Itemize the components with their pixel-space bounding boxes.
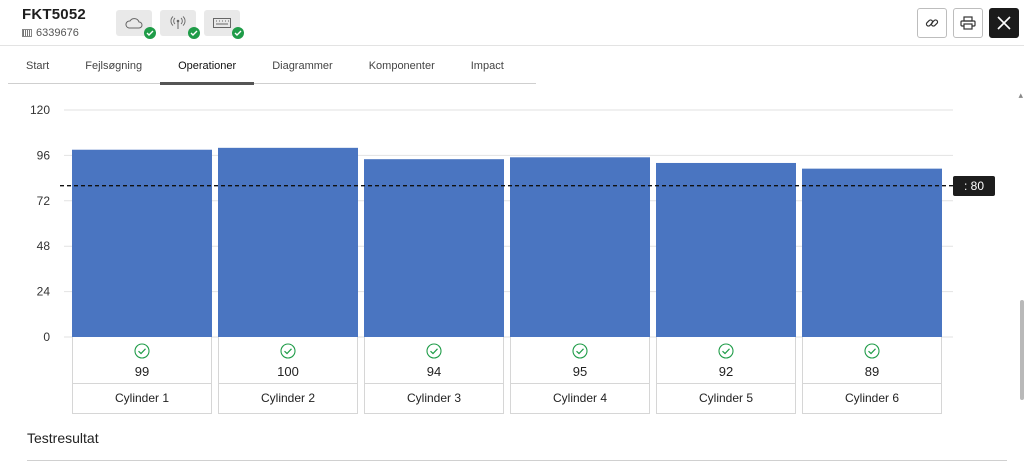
scrollbar[interactable]	[1020, 300, 1024, 400]
cylinder-card[interactable]: 100 Cylinder 2	[218, 337, 358, 414]
cylinder-value: 89	[864, 364, 880, 379]
card-divider	[657, 383, 795, 384]
bar-1[interactable]	[72, 149, 212, 337]
top-header: FKT5052 6339676	[0, 0, 1024, 46]
cylinder-card[interactable]: 94 Cylinder 3	[364, 337, 504, 414]
cylinder-card[interactable]: 99 Cylinder 1	[72, 337, 212, 414]
check-circle-icon	[572, 343, 588, 359]
check-circle-icon	[134, 343, 150, 359]
barcode-icon	[22, 29, 32, 37]
tab-fejlsoegning[interactable]: Fejlsøgning	[67, 48, 160, 83]
test-result-heading: Testresultat	[27, 430, 99, 446]
cylinder-label: Cylinder 2	[260, 391, 316, 405]
cylinder-value: 92	[718, 364, 734, 379]
copy-link-button[interactable]	[917, 8, 947, 38]
bar-4[interactable]	[510, 157, 650, 337]
cylinder-label: Cylinder 5	[698, 391, 754, 405]
cylinder-value: 99	[134, 364, 150, 379]
cylinder-label: Cylinder 1	[114, 391, 170, 405]
check-circle-icon	[280, 343, 296, 359]
cylinder-card[interactable]: 92 Cylinder 5	[656, 337, 796, 414]
keyboard-icon	[213, 18, 231, 28]
print-button[interactable]	[953, 8, 983, 38]
cylinder-label: Cylinder 6	[844, 391, 900, 405]
antenna-status-chip[interactable]	[160, 10, 200, 39]
card-divider	[511, 383, 649, 384]
tab-komponenter[interactable]: Komponenter	[351, 48, 453, 83]
tab-diagrammer[interactable]: Diagrammer	[254, 48, 351, 83]
vehicle-id-text: 6339676	[36, 27, 79, 39]
card-divider	[219, 383, 357, 384]
y-tick-label: 96	[37, 148, 51, 162]
y-tick-label: 48	[37, 239, 51, 253]
cylinder-label: Cylinder 4	[552, 391, 608, 405]
bar-5[interactable]	[656, 162, 796, 337]
keyboard-status-chip[interactable]	[204, 10, 244, 39]
tab-start[interactable]: Start	[8, 48, 67, 83]
print-icon	[960, 16, 976, 30]
section-divider	[27, 460, 1007, 461]
card-divider	[365, 383, 503, 384]
check-circle-icon	[718, 343, 734, 359]
scroll-up-icon[interactable]: ▴	[1018, 90, 1023, 101]
check-badge-icon	[188, 27, 200, 39]
cylinder-value: 95	[572, 364, 588, 379]
cloud-status-chip[interactable]	[116, 10, 156, 39]
y-tick-label: 72	[37, 194, 51, 208]
vehicle-title: FKT5052	[22, 6, 86, 23]
cylinder-label: Cylinder 3	[406, 391, 462, 405]
y-tick-label: 24	[37, 285, 51, 299]
close-icon	[997, 16, 1011, 30]
cylinder-value: 100	[277, 364, 299, 379]
card-divider	[73, 383, 211, 384]
cylinder-value: 94	[426, 364, 442, 379]
tab-operationer[interactable]: Operationer	[160, 48, 255, 85]
check-circle-icon	[426, 343, 442, 359]
antenna-icon	[170, 16, 186, 29]
close-button[interactable]	[989, 8, 1019, 38]
bar-2[interactable]	[218, 147, 358, 337]
link-icon	[925, 19, 939, 27]
y-tick-label: 0	[43, 330, 50, 344]
check-badge-icon	[232, 27, 244, 39]
card-divider	[803, 383, 941, 384]
bar-6[interactable]	[802, 168, 942, 337]
check-badge-icon	[144, 27, 156, 39]
check-circle-icon	[864, 343, 880, 359]
y-tick-label: 120	[30, 103, 50, 117]
tab-impact[interactable]: Impact	[453, 48, 522, 83]
cylinder-card[interactable]: 89 Cylinder 6	[802, 337, 942, 414]
vehicle-id: 6339676	[22, 27, 79, 39]
cloud-icon	[125, 18, 143, 29]
operations-panel: 0 24 48 72 96 120 99 Cylinder 1 100 Cylinder 2 94…	[8, 88, 1016, 463]
threshold-label: : 80	[953, 175, 995, 196]
cylinder-card[interactable]: 95 Cylinder 4	[510, 337, 650, 414]
tab-bar: Start Fejlsøgning Operationer Diagrammer…	[8, 48, 536, 85]
